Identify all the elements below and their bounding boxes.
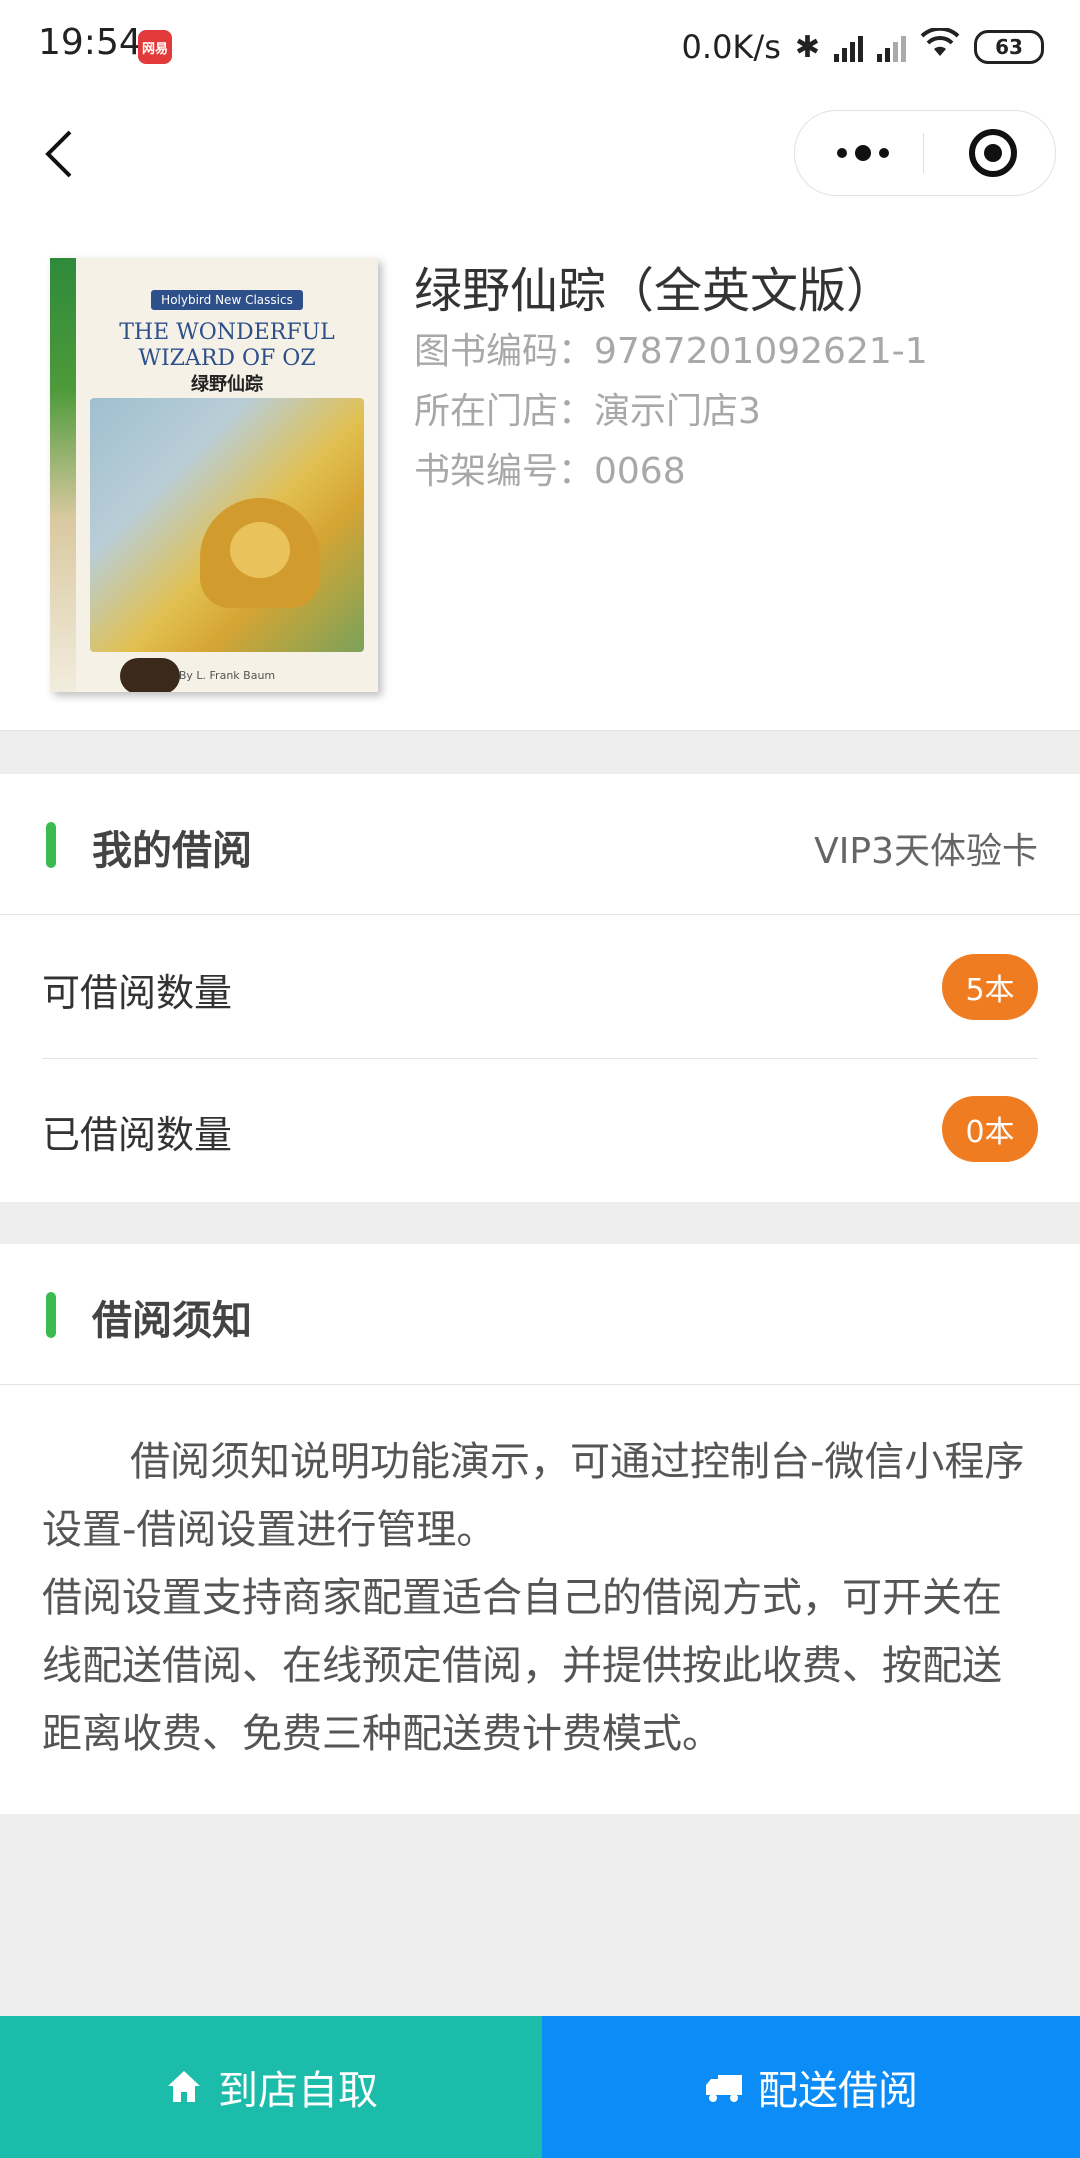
- status-indicators: 0.0K/s ✱ 63: [682, 22, 1044, 72]
- book-code: 图书编码：9787201092621-1: [414, 331, 928, 372]
- cover-series: Holybird New Classics: [151, 290, 303, 310]
- home-icon: [168, 2071, 200, 2102]
- cellular-signal-2-icon: [877, 32, 906, 62]
- netease-news-icon: 网易: [138, 30, 172, 64]
- delivery-borrow-button[interactable]: 配送借阅: [542, 2016, 1080, 2158]
- book-header: Holybird New Classics THE WONDERFUL WIZA…: [0, 216, 1080, 731]
- status-time: 19:54: [38, 22, 142, 63]
- list-item: 已借阅数量 0本: [42, 1058, 1038, 1200]
- cover-series-band: Holybird New Classics: [76, 258, 378, 310]
- list-item: 可借阅数量 5本: [42, 916, 1038, 1058]
- truck-icon: [706, 2075, 742, 2102]
- available-count-badge: 5本: [942, 954, 1038, 1020]
- notice-body: 借阅须知说明功能演示，可通过控制台-微信小程序设置-借阅设置进行管理。 借阅设置…: [42, 1428, 1038, 1768]
- store-pickup-button[interactable]: 到店自取: [0, 2016, 542, 2158]
- battery-level: 63: [995, 35, 1023, 59]
- cover-title-zh: 绿野仙踪: [191, 374, 263, 395]
- borrowed-count-badge: 0本: [942, 1096, 1038, 1162]
- capsule-divider: [923, 133, 924, 173]
- row-divider: [42, 1058, 1038, 1059]
- book-info: 绿野仙踪（全英文版） 图书编码：9787201092621-1 所在门店：演示门…: [414, 260, 1054, 502]
- borrowed-count-label: 已借阅数量: [42, 1113, 233, 1157]
- book-title: 绿野仙踪（全英文版）: [414, 263, 895, 319]
- bottom-action-bar: 到店自取 配送借阅: [0, 2016, 1080, 2158]
- notice-title: 借阅须知: [92, 1298, 252, 1344]
- store-pickup-label: 到店自取: [218, 2068, 378, 2114]
- cellular-signal-icon: [834, 32, 863, 62]
- back-icon[interactable]: [40, 128, 80, 180]
- cover-lion-illustration: [200, 498, 320, 608]
- bluetooth-icon: ✱: [794, 29, 820, 65]
- notice-paragraph-1: 借阅须知说明功能演示，可通过控制台-微信小程序设置-借阅设置进行管理。: [42, 1439, 1025, 1553]
- cover-spine: [50, 258, 76, 692]
- more-icon[interactable]: [823, 133, 903, 173]
- borrow-notice-card: 借阅须知 借阅须知说明功能演示，可通过控制台-微信小程序设置-借阅设置进行管理。…: [0, 1244, 1080, 1814]
- membership-card-label: VIP3天体验卡: [814, 831, 1038, 872]
- notice-header: 借阅须知: [0, 1244, 1080, 1385]
- my-borrow-header: 我的借阅 VIP3天体验卡: [0, 774, 1080, 915]
- delivery-borrow-label: 配送借阅: [758, 2068, 918, 2114]
- close-miniprogram-icon[interactable]: [969, 129, 1017, 177]
- my-borrow-title: 我的借阅: [92, 828, 252, 874]
- section-accent-bar: [46, 1292, 56, 1338]
- cover-title: THE WONDERFUL WIZARD OF OZ 绿野仙踪: [90, 320, 364, 398]
- status-bar: 19:54 网易 0.0K/s ✱ 63: [0, 0, 1080, 92]
- book-shelf: 书架编号：0068: [414, 451, 686, 492]
- battery-icon: 63: [974, 30, 1044, 64]
- cover-author: By L. Frank Baum: [178, 669, 276, 682]
- cover-title-en-2: WIZARD OF OZ: [138, 346, 316, 371]
- book-cover-image: Holybird New Classics THE WONDERFUL WIZA…: [50, 258, 378, 692]
- network-speed: 0.0K/s: [681, 28, 781, 66]
- section-accent-bar: [46, 822, 56, 868]
- book-store: 所在门店：演示门店3: [414, 391, 761, 432]
- cover-title-en-1: THE WONDERFUL: [119, 320, 335, 345]
- notice-paragraph-2: 借阅设置支持商家配置适合自己的借阅方式，可开关在线配送借阅、在线预定借阅，并提供…: [42, 1575, 1002, 1757]
- page: 19:54 网易 0.0K/s ✱ 63 Holybird New Classi…: [0, 0, 1080, 2158]
- wifi-icon: [920, 26, 960, 66]
- nav-bar: [0, 92, 1080, 216]
- my-borrow-card: 我的借阅 VIP3天体验卡 可借阅数量 5本 已借阅数量 0本: [0, 774, 1080, 1202]
- miniprogram-capsule: [794, 110, 1056, 196]
- available-count-label: 可借阅数量: [42, 971, 233, 1015]
